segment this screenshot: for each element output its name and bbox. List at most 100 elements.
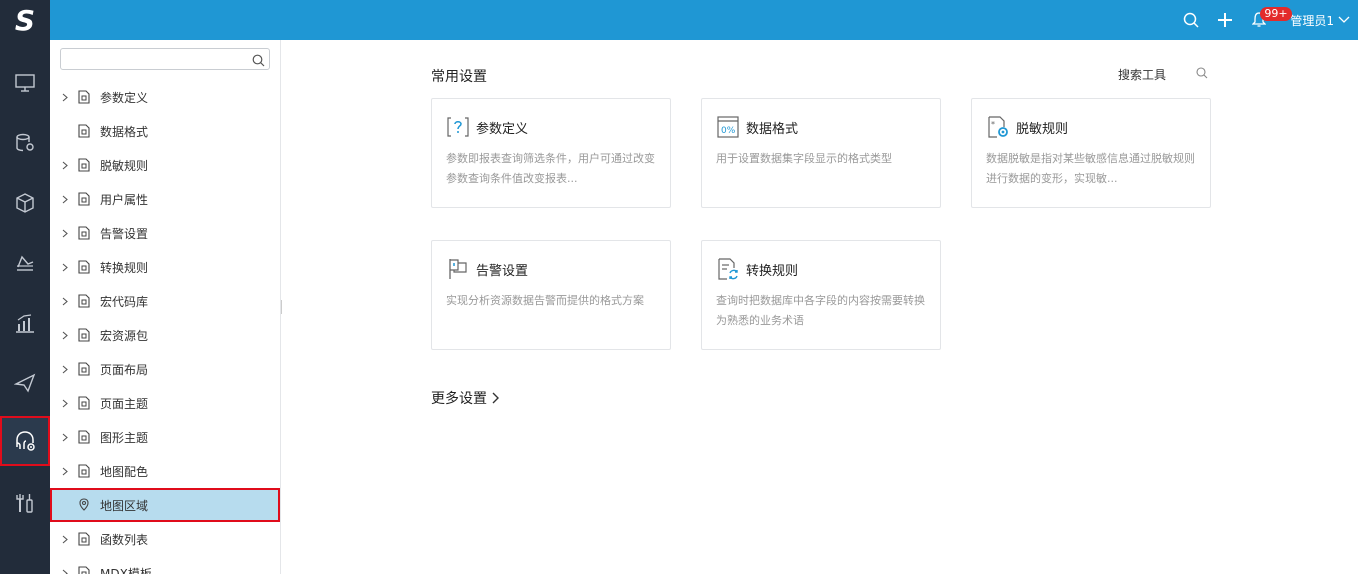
more-settings-label: 更多设置 (431, 391, 487, 407)
bar-chart-icon (16, 314, 34, 333)
param-question-icon (446, 115, 470, 139)
top-bar-tools: 99+ 管理员1 (1174, 0, 1358, 40)
card-alert-settings[interactable]: 告警设置 实现分析资源数据告警而提供的格式方案 (431, 240, 671, 350)
chevron-right-icon (492, 392, 499, 404)
card-title: 脱敏规则 (1016, 121, 1069, 137)
nav-database[interactable] (0, 120, 50, 166)
theme-icon (76, 395, 92, 411)
card-mask-rule[interactable]: * 脱敏规则 数据脱敏是指对某些敏感信息通过脱敏规则进行数据的变形，实现敏... (971, 98, 1211, 208)
chevron-right-icon[interactable] (60, 399, 70, 408)
card-description: 用于设置数据集字段显示的格式类型 (716, 152, 892, 165)
search-icon[interactable] (1196, 67, 1208, 82)
card-data-format[interactable]: 0% 数据格式 用于设置数据集字段显示的格式类型 (701, 98, 941, 208)
chevron-right-icon[interactable] (60, 297, 70, 306)
tree-item-label: 脱敏规则 (100, 158, 149, 173)
search-tool-label: 搜索工具 (1118, 68, 1167, 82)
tree-item[interactable]: 告警设置 (50, 216, 280, 250)
settings-headset-icon (16, 431, 35, 451)
alert-flag-icon (446, 257, 470, 281)
chevron-right-icon[interactable] (60, 535, 70, 544)
flag-icon (76, 225, 92, 241)
tree-item[interactable]: 页面布局 (50, 352, 280, 386)
notification-button[interactable]: 99+ (1242, 0, 1292, 40)
layout-icon (76, 361, 92, 377)
tree-item[interactable]: 页面主题 (50, 386, 280, 420)
tree-item[interactable]: 转换规则 (50, 250, 280, 284)
card-description: 数据脱敏是指对某些敏感信息通过脱敏规则进行数据的变形，实现敏... (986, 152, 1195, 185)
tree-item-label: 用户属性 (100, 192, 149, 207)
card-convert-rule[interactable]: 转换规则 查询时把数据库中各字段的内容按需要转换为熟悉的业务术语 (701, 240, 941, 350)
user-attr-icon (76, 191, 92, 207)
chevron-right-icon[interactable] (60, 569, 70, 574)
user-name[interactable]: 管理员1 (1290, 12, 1334, 29)
chevron-right-icon[interactable] (60, 263, 70, 272)
tree-item[interactable]: 脱敏规则 (50, 148, 280, 182)
tree-item-label: 告警设置 (100, 226, 149, 241)
tools-icon (16, 494, 33, 513)
tree-item[interactable]: 宏资源包 (50, 318, 280, 352)
tree-item[interactable]: 宏代码库 (50, 284, 280, 318)
convert-icon (76, 259, 92, 275)
logo[interactable]: S (0, 0, 50, 40)
tree-item[interactable]: 地图配色 (50, 454, 280, 488)
nav-monitor[interactable] (0, 60, 50, 106)
location-icon (76, 497, 92, 513)
chevron-right-icon[interactable] (60, 195, 70, 204)
chart-theme-icon (76, 429, 92, 445)
nav-cube[interactable] (0, 180, 50, 226)
card-description: 参数即报表查询筛选条件，用户可通过改变参数查询条件值改变报表... (446, 152, 655, 185)
tree-search-input[interactable] (60, 48, 270, 70)
tree-item-label: MDX模板 (100, 566, 152, 574)
database-gear-icon (16, 133, 34, 152)
param-icon (76, 89, 92, 105)
cube-icon (16, 193, 34, 213)
tree-item-label: 宏代码库 (100, 294, 149, 309)
tree-item[interactable]: 用户属性 (50, 182, 280, 216)
chevron-down-icon[interactable] (1338, 0, 1358, 40)
tree-item[interactable]: 数据格式 (50, 114, 280, 148)
nav-dashboard[interactable] (0, 240, 50, 286)
card-title: 参数定义 (476, 121, 529, 137)
chevron-right-icon[interactable] (60, 229, 70, 238)
palette-icon (76, 463, 92, 479)
search-tool-button[interactable]: 搜索工具 (1118, 66, 1208, 83)
main-content: 常用设置 搜索工具 参数定义 参数即报表查询筛选条件，用户可通过改变参数查询条件… (282, 40, 1358, 574)
search-icon[interactable] (252, 52, 265, 71)
tree-item-label: 转换规则 (100, 260, 149, 275)
chevron-right-icon[interactable] (60, 365, 70, 374)
tree-item-label: 地图区域 (100, 498, 149, 513)
tree-item-label: 参数定义 (100, 90, 149, 105)
tree-item[interactable]: 函数列表 (50, 522, 280, 556)
tree-item-label: 数据格式 (100, 124, 149, 139)
tree-item-label: 宏资源包 (100, 328, 149, 343)
search-icon[interactable] (1174, 0, 1208, 40)
notification-badge: 99+ (1260, 7, 1292, 21)
nav-tools[interactable] (0, 480, 50, 526)
tree-item-label: 页面主题 (100, 396, 149, 411)
add-icon[interactable] (1208, 0, 1242, 40)
function-icon (76, 531, 92, 547)
tree-item[interactable]: 参数定义 (50, 80, 280, 114)
nav-system-settings[interactable] (0, 416, 50, 466)
chevron-right-icon[interactable] (60, 331, 70, 340)
send-icon (14, 373, 36, 393)
chevron-right-icon[interactable] (60, 433, 70, 442)
tree-item-label: 图形主题 (100, 430, 149, 445)
more-settings-link[interactable]: 更多设置 (431, 388, 501, 408)
nav-send[interactable] (0, 360, 50, 406)
monitor-icon (15, 74, 35, 92)
chevron-right-icon[interactable] (60, 93, 70, 102)
tree-item[interactable]: MDX模板 (50, 556, 280, 574)
card-param-definition[interactable]: 参数定义 参数即报表查询筛选条件，用户可通过改变参数查询条件值改变报表... (431, 98, 671, 208)
card-title: 告警设置 (476, 263, 529, 279)
tree-item[interactable]: 地图区域 (50, 488, 280, 522)
tree-item[interactable]: 图形主题 (50, 420, 280, 454)
nav-chart[interactable] (0, 300, 50, 346)
tree-item-label: 页面布局 (100, 362, 149, 377)
card-description: 实现分析资源数据告警而提供的格式方案 (446, 294, 644, 307)
card-description: 查询时把数据库中各字段的内容按需要转换为熟悉的业务术语 (716, 294, 925, 327)
svg-text:0%: 0% (721, 126, 736, 136)
dashboard-icon (17, 255, 34, 271)
chevron-right-icon[interactable] (60, 161, 70, 170)
chevron-right-icon[interactable] (60, 467, 70, 476)
